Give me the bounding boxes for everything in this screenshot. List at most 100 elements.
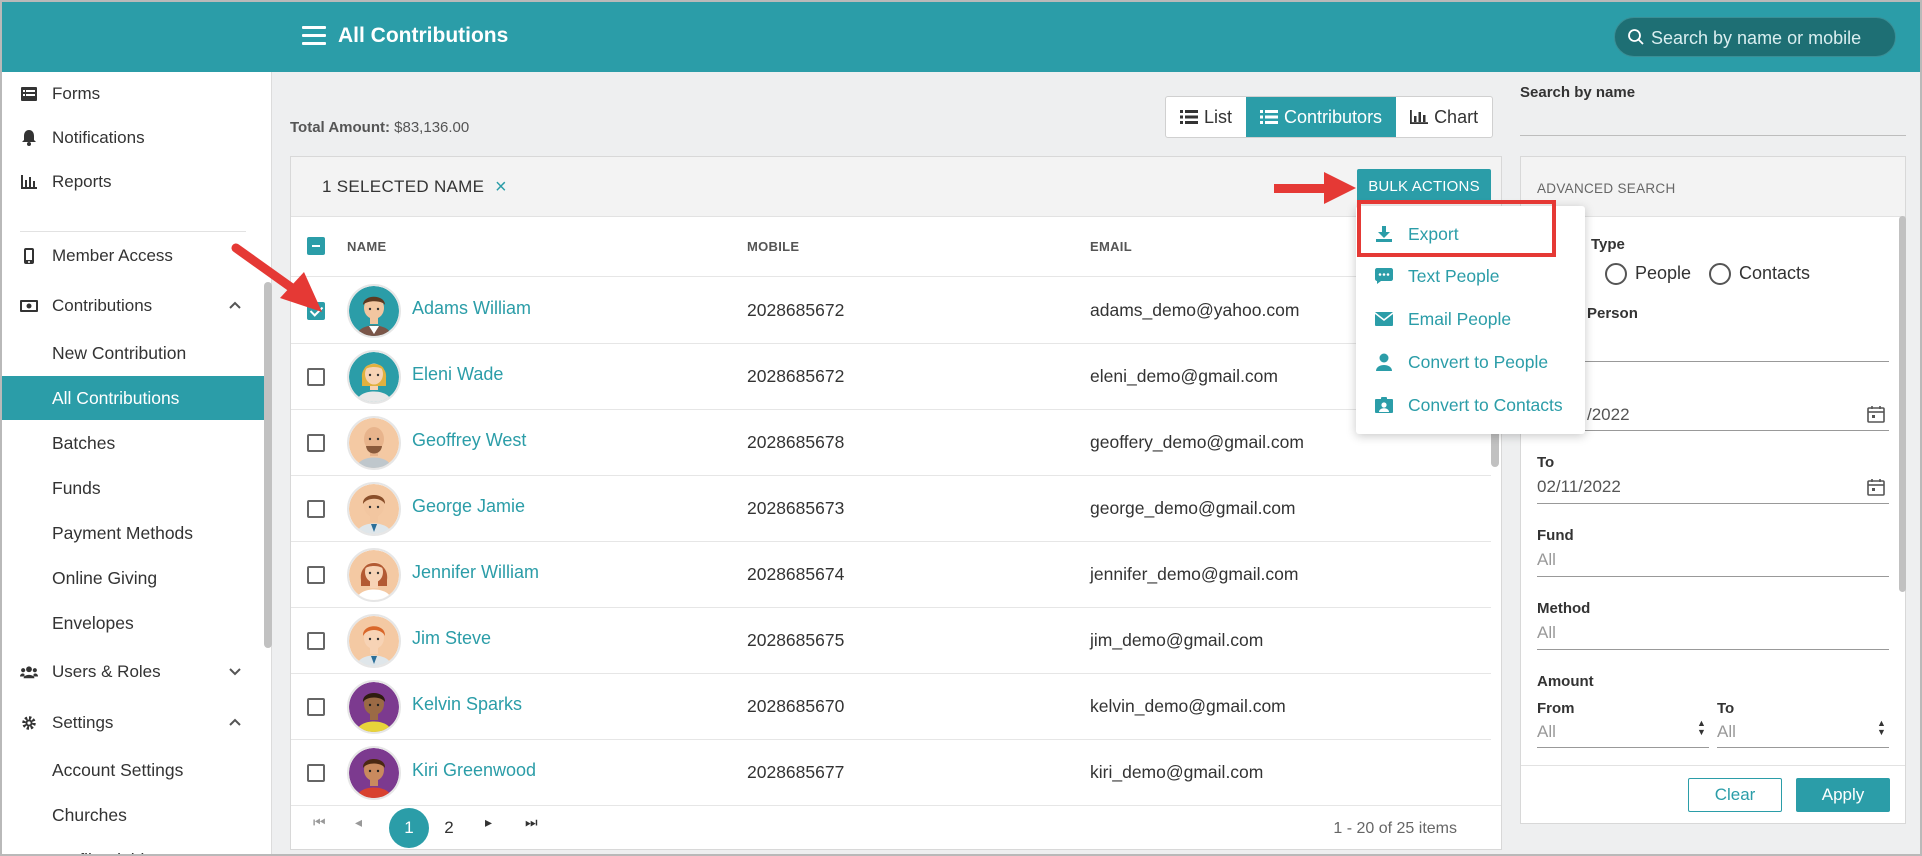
amount-to-input[interactable]: All	[1717, 722, 1736, 742]
column-header-email[interactable]: EMAIL	[1090, 239, 1132, 254]
first-page-icon[interactable]: ⏮	[313, 814, 326, 831]
row-checkbox[interactable]	[307, 500, 325, 518]
amount-to-stepper[interactable]: ▲ ▼	[1877, 719, 1886, 737]
select-all-checkbox[interactable]	[307, 237, 325, 255]
sidebar-subitem-new-contribution[interactable]: New Contribution	[2, 331, 264, 375]
contributor-name-link[interactable]: Kelvin Sparks	[412, 694, 522, 715]
row-checkbox[interactable]	[307, 302, 325, 320]
money-icon	[20, 297, 38, 315]
sidebar-subitem-funds[interactable]: Funds	[2, 466, 264, 510]
column-header-mobile[interactable]: MOBILE	[747, 239, 799, 254]
table-row[interactable]: Kelvin Sparks 2028685670 kelvin_demo@gma…	[291, 674, 1491, 740]
sidebar-subitem-all-contributions[interactable]: All Contributions	[2, 376, 264, 420]
to-date-input[interactable]	[1537, 503, 1889, 504]
table-row[interactable]: George Jamie 2028685673 george_demo@gmai…	[291, 476, 1491, 542]
menu-item-convert-to-people[interactable]: Convert to People	[1356, 342, 1585, 382]
last-page-icon[interactable]: ⏭	[525, 814, 538, 831]
sidebar-item-notifications[interactable]: Notifications	[2, 116, 264, 160]
sidebar-subitem-envelopes[interactable]: Envelopes	[2, 601, 264, 645]
view-list-label: List	[1204, 106, 1233, 127]
contributor-name-link[interactable]: Geoffrey West	[412, 430, 526, 451]
sidebar-subitem-account-settings[interactable]: Account Settings	[2, 748, 264, 792]
view-list-button[interactable]: List	[1166, 97, 1246, 137]
contributor-name-link[interactable]: Adams William	[412, 298, 531, 319]
menu-item-text-people[interactable]: Text People	[1356, 256, 1585, 296]
sidebar-subitem-batches[interactable]: Batches	[2, 421, 264, 465]
table-row[interactable]: Jim Steve 2028685675 jim_demo@gmail.com	[291, 608, 1491, 674]
row-checkbox[interactable]	[307, 566, 325, 584]
from-date-value[interactable]: /2022	[1587, 405, 1630, 425]
global-search[interactable]	[1614, 17, 1896, 57]
sidebar-item-reports[interactable]: Reports	[2, 160, 264, 204]
sidebar-item-settings[interactable]: Settings	[2, 701, 264, 745]
global-search-input[interactable]	[1651, 26, 1881, 50]
search-by-name-label: Search by name	[1520, 84, 1636, 101]
table-row[interactable]: Adams William 2028685672 adams_demo@yaho…	[291, 278, 1491, 344]
contributor-name-link[interactable]: Kiri Greenwood	[412, 760, 536, 781]
view-chart-button[interactable]: Chart	[1396, 97, 1492, 137]
contributor-name-link[interactable]: George Jamie	[412, 496, 525, 517]
next-page-icon[interactable]: ▸	[485, 814, 492, 831]
menu-item-label: Convert to Contacts	[1408, 394, 1563, 415]
column-header-name[interactable]: NAME	[347, 239, 386, 254]
apply-button[interactable]: Apply	[1796, 778, 1890, 812]
page-button-2[interactable]: 2	[429, 808, 469, 848]
table-row[interactable]: Geoffrey West 2028685678 geoffery_demo@g…	[291, 410, 1491, 476]
sidebar-item-forms[interactable]: Forms	[2, 72, 264, 116]
search-by-name-input[interactable]	[1520, 135, 1906, 136]
hamburger-menu-icon[interactable]	[302, 26, 326, 48]
chevron-down-icon[interactable]	[228, 664, 242, 678]
clear-button[interactable]: Clear	[1688, 778, 1782, 812]
method-select[interactable]: All	[1537, 623, 1556, 643]
sidebar-item-member-access[interactable]: Member Access	[2, 234, 264, 278]
advanced-search-footer: Clear Apply	[1521, 765, 1905, 823]
bulk-actions-button[interactable]: BULK ACTIONS	[1357, 169, 1491, 203]
avatar	[347, 284, 401, 338]
type-contacts-radio[interactable]	[1709, 263, 1731, 285]
table-row[interactable]: Jennifer William 2028685674 jennifer_dem…	[291, 542, 1491, 608]
amount-from-input[interactable]: All	[1537, 722, 1556, 742]
fund-select[interactable]: All	[1537, 550, 1556, 570]
sidebar-item-users-roles[interactable]: Users & Roles	[2, 650, 264, 694]
list-icon	[1260, 110, 1279, 124]
from-date-input[interactable]	[1537, 430, 1889, 431]
row-checkbox[interactable]	[307, 764, 325, 782]
view-contributors-button[interactable]: Contributors	[1246, 97, 1397, 137]
calendar-icon[interactable]	[1867, 478, 1885, 496]
contributor-name-link[interactable]: Jim Steve	[412, 628, 491, 649]
download-icon	[1374, 224, 1394, 244]
prev-page-icon[interactable]: ◂	[355, 814, 362, 831]
sidebar-subitem-churches[interactable]: Churches	[2, 793, 264, 837]
sidebar-subitem-online-giving[interactable]: Online Giving	[2, 556, 264, 600]
menu-item-convert-to-contacts[interactable]: Convert to Contacts	[1356, 385, 1585, 425]
table-row[interactable]: Kiri Greenwood 2028685677 kiri_demo@gmai…	[291, 740, 1491, 806]
row-checkbox[interactable]	[307, 632, 325, 650]
advanced-search-title: ADVANCED SEARCH	[1537, 181, 1676, 196]
amount-from-stepper[interactable]: ▲ ▼	[1697, 719, 1706, 737]
contributor-name-link[interactable]: Eleni Wade	[412, 364, 503, 385]
filter-panel-scrollbar[interactable]	[1899, 216, 1906, 592]
menu-item-email-people[interactable]: Email People	[1356, 299, 1585, 339]
calendar-icon[interactable]	[1867, 405, 1885, 423]
table-row[interactable]: Eleni Wade 2028685672 eleni_demo@gmail.c…	[291, 344, 1491, 410]
person-input[interactable]	[1537, 361, 1889, 362]
avatar	[347, 746, 401, 800]
contributor-email: kiri_demo@gmail.com	[1090, 762, 1264, 782]
sidebar-subitem-payment-methods[interactable]: Payment Methods	[2, 511, 264, 555]
sidebar-scrollbar[interactable]	[264, 282, 272, 648]
to-date-value[interactable]: 02/11/2022	[1537, 477, 1621, 497]
row-checkbox[interactable]	[307, 698, 325, 716]
bell-icon	[20, 129, 38, 147]
chevron-up-icon[interactable]	[228, 298, 242, 312]
type-people-radio[interactable]	[1605, 263, 1627, 285]
chevron-up-icon[interactable]	[228, 715, 242, 729]
page-button-1[interactable]: 1	[389, 808, 429, 848]
row-checkbox[interactable]	[307, 434, 325, 452]
clear-selection-icon[interactable]: ×	[495, 176, 507, 199]
row-checkbox[interactable]	[307, 368, 325, 386]
amount-label: Amount	[1537, 673, 1594, 690]
contributor-name-link[interactable]: Jennifer William	[412, 562, 539, 583]
sidebar-subitem-profile-fields[interactable]: Profile Fields	[2, 838, 264, 855]
menu-item-export[interactable]: Export	[1356, 214, 1585, 254]
sidebar-item-contributions[interactable]: Contributions	[2, 284, 264, 328]
